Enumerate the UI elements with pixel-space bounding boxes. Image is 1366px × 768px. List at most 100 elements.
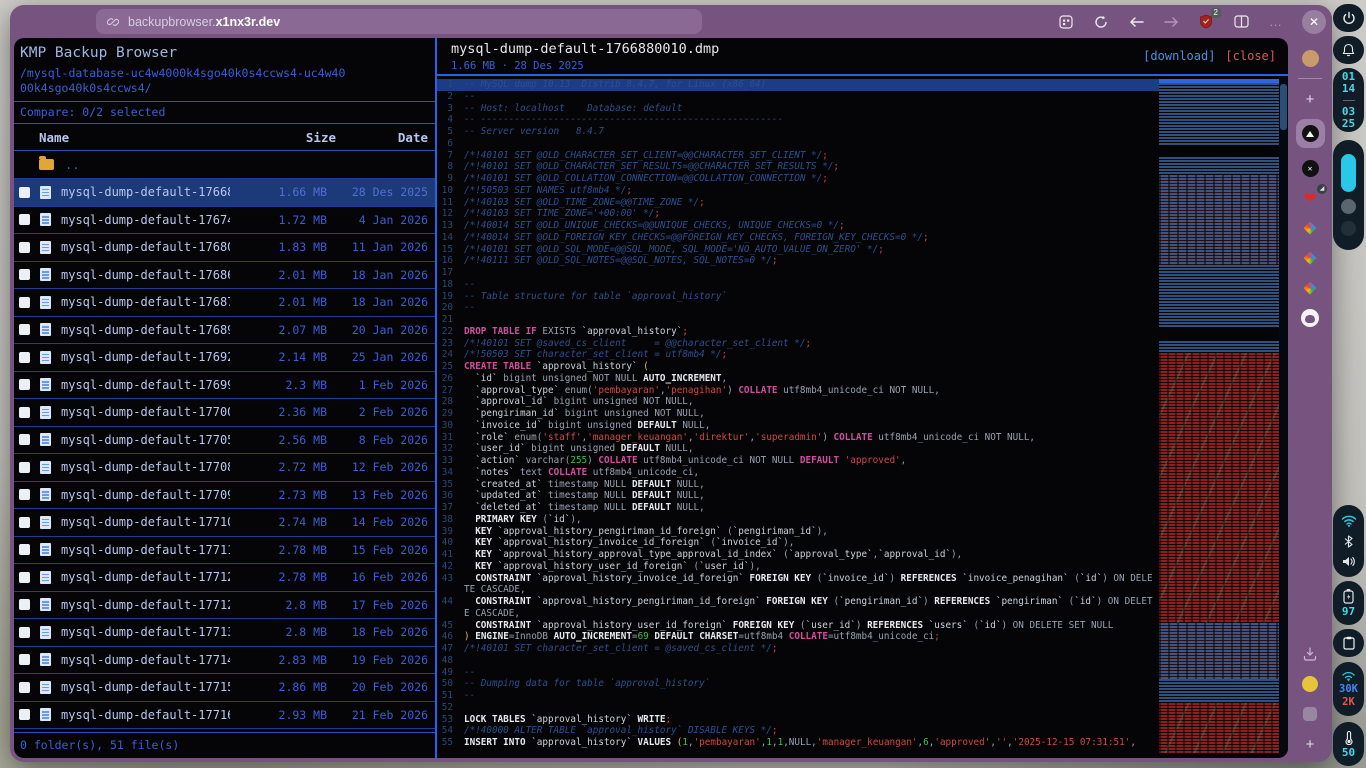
add-icon[interactable]: + <box>1300 734 1320 754</box>
clock-widget[interactable]: 01 14 03 25 <box>1333 68 1364 132</box>
file-checkbox[interactable] <box>19 654 30 665</box>
line-number: 52 <box>437 702 464 714</box>
file-size: 2.3 MB <box>239 378 327 392</box>
file-checkbox[interactable] <box>19 434 30 445</box>
workspace-dot-inactive[interactable] <box>1341 221 1356 236</box>
tab-sparkle-favicon-3[interactable] <box>1300 278 1320 298</box>
emoji-yellow-icon[interactable] <box>1300 674 1320 694</box>
back-icon[interactable] <box>1127 13 1145 31</box>
file-checkbox[interactable] <box>19 517 30 528</box>
close-button[interactable]: [close] <box>1225 49 1276 63</box>
file-checkbox[interactable] <box>19 544 30 555</box>
file-row[interactable]: mysql-dump-default-1771632009.dmp 2.93 M… <box>14 702 435 730</box>
temperature-widget[interactable]: 50 <box>1333 722 1364 766</box>
tab-x-favicon[interactable]: ✕ <box>1300 158 1320 178</box>
grid-icon[interactable] <box>1057 13 1075 31</box>
file-checkbox[interactable] <box>19 489 30 500</box>
network-speed-widget[interactable]: 30K 2K <box>1333 662 1364 716</box>
shield-badge: 2 <box>1211 8 1221 18</box>
power-button[interactable] <box>1333 4 1364 32</box>
file-row[interactable]: mysql-dump-default-1771372812.dmp 2.8 MB… <box>14 619 435 647</box>
file-row[interactable]: mysql-dump-default-1768089613.dmp 1.83 M… <box>14 234 435 262</box>
minimap-section <box>1159 327 1279 341</box>
download-button[interactable]: [download] <box>1143 49 1215 63</box>
file-checkbox[interactable] <box>19 242 30 253</box>
file-name: mysql-dump-default-1768909332.dmp <box>61 323 230 337</box>
play-triangle-icon <box>1306 131 1314 137</box>
file-row[interactable]: mysql-dump-default-1766880010.dmp 1.66 M… <box>14 179 435 207</box>
file-row[interactable]: mysql-dump-default-1770508824.dmp 2.56 M… <box>14 427 435 455</box>
file-row[interactable]: mysql-dump-default-1768726059.dmp 2.01 M… <box>14 289 435 317</box>
scrollbar-thumb[interactable] <box>1280 84 1287 130</box>
file-row[interactable]: mysql-dump-default-1770887027.dmp 2.72 M… <box>14 454 435 482</box>
parent-directory-row[interactable]: .. <box>14 151 435 179</box>
column-date[interactable]: Date <box>336 130 428 145</box>
code-line: 34 `notes` text COLLATE utf8mb4_unicode_… <box>437 467 1159 479</box>
file-row[interactable]: mysql-dump-default-1770032398.dmp 2.36 M… <box>14 399 435 427</box>
file-checkbox[interactable] <box>19 572 30 583</box>
file-row[interactable]: mysql-dump-default-1767484816.dmp 1.72 M… <box>14 207 435 235</box>
file-row[interactable]: mysql-dump-default-1771545611.dmp 2.86 M… <box>14 674 435 702</box>
code-line: 12 /*!40103 SET TIME_ZONE='+00:00' */; <box>437 208 1159 220</box>
file-checkbox[interactable] <box>19 379 30 390</box>
file-checkbox[interactable] <box>19 269 30 280</box>
tab-sparkle-favicon-1[interactable] <box>1300 218 1320 238</box>
workspace-dot[interactable] <box>1341 199 1356 214</box>
code-line: 4 -- -----------------------------------… <box>437 114 1159 126</box>
tab-github-favicon[interactable] <box>1300 308 1320 328</box>
column-name[interactable]: Name <box>39 130 248 145</box>
downloads-icon[interactable] <box>1300 644 1320 664</box>
shield-icon[interactable]: 2 <box>1197 13 1215 31</box>
file-row[interactable]: mysql-dump-default-1771027213.dmp 2.74 M… <box>14 509 435 537</box>
file-checkbox[interactable] <box>19 627 30 638</box>
file-row[interactable]: mysql-dump-default-1771113616.dmp 2.78 M… <box>14 537 435 565</box>
file-checkbox[interactable] <box>19 599 30 610</box>
file-checkbox[interactable] <box>19 187 30 198</box>
file-row[interactable]: mysql-dump-default-1768694414.dmp 2.01 M… <box>14 262 435 290</box>
reload-icon[interactable] <box>1092 13 1110 31</box>
tab-emoji-favicon[interactable] <box>1300 48 1320 68</box>
code-minimap[interactable] <box>1159 76 1279 758</box>
battery-widget[interactable]: 97 <box>1333 581 1364 625</box>
workspace-widget[interactable] <box>1333 140 1364 250</box>
more-icon[interactable]: … <box>1267 13 1285 31</box>
file-checkbox[interactable] <box>19 297 30 308</box>
emoji-gray-icon[interactable] <box>1300 704 1320 724</box>
code-line: 38 PRIMARY KEY (`id`), <box>437 514 1159 526</box>
file-row[interactable]: mysql-dump-default-1769904034.dmp 2.3 MB… <box>14 372 435 400</box>
file-row[interactable]: mysql-dump-default-1771200006.dmp 2.78 M… <box>14 564 435 592</box>
file-size: 2.14 MB <box>239 350 327 364</box>
code-line: 42 KEY `approval_history_user_id_foreign… <box>437 561 1159 573</box>
forward-icon[interactable] <box>1162 13 1180 31</box>
file-checkbox[interactable] <box>19 324 30 335</box>
tab-sparkle-favicon-2[interactable] <box>1300 248 1320 268</box>
file-checkbox[interactable] <box>19 462 30 473</box>
new-tab-icon[interactable]: + <box>1300 89 1320 109</box>
split-view-icon[interactable] <box>1232 13 1250 31</box>
file-row[interactable]: mysql-dump-default-1770940815.dmp 2.73 M… <box>14 482 435 510</box>
sql-code-view[interactable]: 1 -- MySQL dump 10.13 Distrib 8.4.7, for… <box>437 76 1159 758</box>
file-checkbox[interactable] <box>19 407 30 418</box>
code-scrollbar[interactable] <box>1279 76 1288 758</box>
column-size[interactable]: Size <box>248 130 336 145</box>
notifications-button[interactable] <box>1333 36 1364 64</box>
clipboard-button[interactable] <box>1333 629 1364 657</box>
window-close-icon[interactable]: ✕ <box>1302 10 1326 34</box>
connectivity-widget[interactable] <box>1333 505 1364 577</box>
file-checkbox[interactable] <box>19 352 30 363</box>
active-workspace-indicator[interactable] <box>1341 154 1356 192</box>
code-line: 3 -- Host: localhost Database: default <box>437 103 1159 115</box>
file-checkbox[interactable] <box>19 682 30 693</box>
active-tab[interactable] <box>1296 119 1325 148</box>
line-number: 42 <box>437 561 464 573</box>
file-checkbox[interactable] <box>19 709 30 720</box>
file-row[interactable]: mysql-dump-default-1768909332.dmp 2.07 M… <box>14 317 435 345</box>
url-bar[interactable]: backupbrowser.x1nx3r.dev <box>96 9 702 34</box>
file-row[interactable]: mysql-dump-default-1771286406.dmp 2.8 MB… <box>14 592 435 620</box>
clock-minute: 14 <box>1342 83 1355 95</box>
tab-heart-favicon[interactable]: ❤◢ <box>1300 188 1320 208</box>
file-row[interactable]: mysql-dump-default-1769299210.dmp 2.14 M… <box>14 344 435 372</box>
line-number: 46 <box>437 631 464 643</box>
file-checkbox[interactable] <box>19 214 30 225</box>
file-row[interactable]: mysql-dump-default-1771459210.dmp 2.83 M… <box>14 647 435 675</box>
